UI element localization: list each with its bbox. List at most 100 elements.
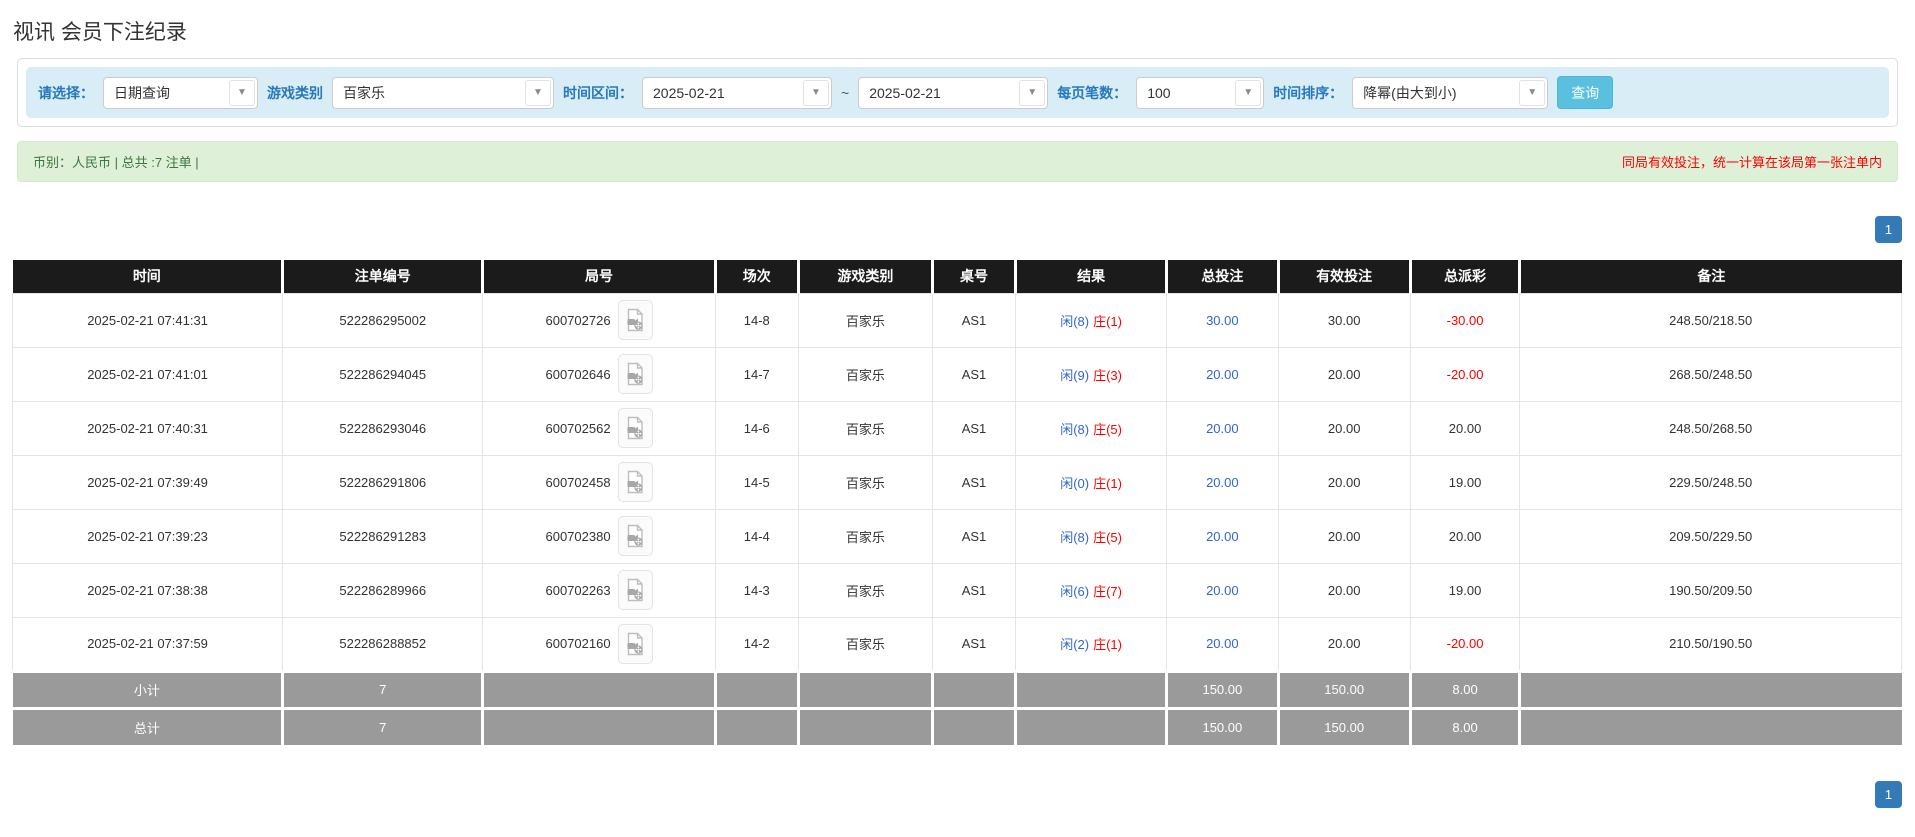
date-to-dropdown[interactable]: 2025-02-21 ▼	[858, 76, 1049, 109]
total-bet-link[interactable]: 20.00	[1166, 346, 1279, 402]
table-id: AS1	[931, 400, 1017, 456]
video-replay-button[interactable]	[617, 354, 653, 394]
banker-result: 庄(5)	[1093, 529, 1122, 545]
valid-bet-notice: 同局有效投注，统一计算在该局第一张注单内	[1621, 155, 1882, 170]
total-payout: -20.00	[1409, 616, 1521, 672]
round-cell: 600702380	[482, 508, 716, 564]
bet-id: 522286294045	[282, 346, 484, 402]
total-payout-sum: 8.00	[1408, 706, 1522, 745]
total-bet-link[interactable]: 20.00	[1166, 508, 1279, 564]
total-payout: 19.00	[1409, 562, 1521, 618]
game-type-dropdown[interactable]: 百家乐 ▼	[332, 76, 554, 109]
remark: 229.50/248.50	[1519, 454, 1902, 510]
table-id: AS1	[931, 616, 1017, 672]
round-id: 600702726	[545, 312, 611, 328]
col-session: 场次	[713, 260, 799, 293]
remark: 248.50/268.50	[1519, 400, 1902, 456]
total-bet-link[interactable]: 20.00	[1166, 400, 1279, 456]
subtotal-label: 小计	[12, 669, 285, 708]
pagination-top: 1	[13, 216, 1902, 243]
total-bet-total: 150.00	[1165, 706, 1280, 745]
total-bet-link[interactable]: 20.00	[1166, 562, 1279, 618]
bet-time: 2025-02-21 07:40:31	[11, 400, 284, 456]
valid-bet: 20.00	[1277, 346, 1411, 402]
table-id: AS1	[931, 346, 1017, 402]
time-range-label: 时间区间：	[563, 84, 633, 101]
table-row: 2025-02-21 07:37:59 522286288852 6007021…	[11, 616, 1902, 672]
total-bet-link[interactable]: 20.00	[1166, 454, 1279, 510]
video-file-icon	[627, 578, 643, 602]
video-replay-button[interactable]	[617, 570, 653, 610]
remark: 209.50/229.50	[1519, 508, 1902, 564]
round-cell: 600702726	[482, 292, 716, 348]
banker-result: 庄(1)	[1093, 637, 1122, 652]
video-replay-button[interactable]	[617, 408, 653, 448]
result-cell: 闲(0) 庄(1)	[1015, 454, 1168, 510]
game-type: 百家乐	[797, 508, 933, 564]
date-from-dropdown[interactable]: 2025-02-21 ▼	[642, 76, 832, 109]
result-cell: 闲(8) 庄(5)	[1015, 400, 1168, 456]
chevron-down-icon: ▼	[803, 79, 829, 106]
video-file-icon	[627, 632, 643, 655]
round-id: 600702380	[545, 528, 611, 544]
game-type-label: 游戏类别	[267, 84, 323, 101]
sort-order-dropdown[interactable]: 降幂(由大到小) ▼	[1352, 76, 1549, 109]
table-row: 2025-02-21 07:41:31 522286295002 6007027…	[11, 292, 1902, 348]
table-id: AS1	[931, 562, 1017, 618]
remark: 268.50/248.50	[1519, 346, 1902, 402]
result-cell: 闲(8) 庄(5)	[1015, 508, 1168, 564]
search-button[interactable]: 查询	[1557, 76, 1614, 109]
chevron-down-icon: ▼	[229, 79, 255, 106]
total-payout: 20.00	[1409, 508, 1521, 564]
round-cell: 600702160	[482, 616, 716, 672]
chevron-down-icon: ▼	[1519, 79, 1546, 106]
total-label: 总计	[12, 706, 285, 745]
video-replay-button[interactable]	[617, 462, 653, 502]
banker-result: 庄(7)	[1093, 583, 1122, 599]
bet-time: 2025-02-21 07:41:01	[11, 346, 284, 402]
bet-id: 522286291283	[282, 508, 484, 564]
game-type: 百家乐	[797, 346, 933, 402]
total-bet-link[interactable]: 20.00	[1166, 616, 1279, 672]
banker-result: 庄(5)	[1093, 421, 1122, 437]
game-type: 百家乐	[797, 562, 933, 618]
session: 14-7	[714, 346, 799, 402]
page-size-value: 100	[1147, 84, 1171, 101]
session: 14-8	[714, 292, 799, 348]
video-replay-button[interactable]	[617, 623, 653, 664]
session: 14-5	[714, 454, 799, 510]
result-cell: 闲(6) 庄(7)	[1015, 562, 1168, 618]
page-size-dropdown[interactable]: 100 ▼	[1136, 76, 1265, 109]
total-payout: 20.00	[1409, 400, 1521, 456]
subtotal-payout: 8.00	[1408, 669, 1522, 708]
col-game-type: 游戏类别	[796, 260, 933, 293]
bet-time: 2025-02-21 07:39:23	[11, 508, 284, 564]
page-1-button[interactable]: 1	[1875, 781, 1902, 808]
video-replay-button[interactable]	[617, 516, 653, 556]
player-result: 闲(8)	[1060, 421, 1090, 437]
session: 14-6	[714, 400, 799, 456]
col-bet-id: 注单编号	[281, 260, 483, 293]
select-type-label: 请选择：	[38, 84, 94, 101]
total-bet-link[interactable]: 30.00	[1166, 292, 1279, 348]
query-type-dropdown[interactable]: 日期查询 ▼	[103, 76, 258, 109]
video-file-icon	[627, 308, 643, 332]
banker-result: 庄(1)	[1093, 475, 1122, 491]
result-cell: 闲(9) 庄(3)	[1015, 346, 1168, 402]
video-replay-button[interactable]	[617, 300, 653, 340]
round-cell: 600702458	[482, 454, 716, 510]
video-file-icon	[627, 524, 643, 548]
game-type: 百家乐	[797, 400, 933, 456]
col-result: 结果	[1014, 260, 1167, 293]
col-remark: 备注	[1518, 260, 1902, 293]
game-type: 百家乐	[797, 454, 933, 510]
date-from-value: 2025-02-21	[653, 84, 725, 101]
round-cell: 600702263	[482, 562, 716, 618]
total-payout: 19.00	[1409, 454, 1521, 510]
remark: 248.50/218.50	[1519, 292, 1902, 348]
sort-order-value: 降幂(由大到小)	[1363, 84, 1457, 101]
round-id: 600702646	[545, 366, 611, 382]
session: 14-2	[714, 616, 799, 672]
page-1-button[interactable]: 1	[1875, 216, 1902, 243]
round-id: 600702263	[545, 582, 611, 598]
